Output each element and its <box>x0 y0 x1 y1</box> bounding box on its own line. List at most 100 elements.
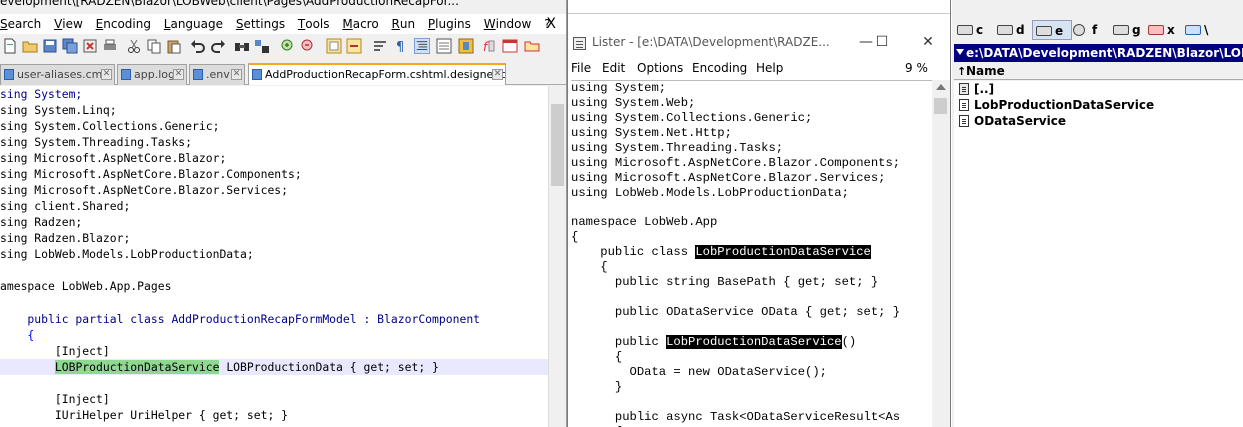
tab-close-icon[interactable]: ✕ <box>173 69 184 80</box>
code-line: amespace LobWeb.App.Pages <box>0 279 172 293</box>
list-item[interactable]: ODataService <box>954 113 1066 129</box>
cut-icon[interactable] <box>126 38 142 54</box>
cd-drive-icon <box>1073 24 1085 36</box>
lister-app-icon <box>573 37 586 50</box>
menu-view[interactable]: View <box>54 14 83 34</box>
network-drive-error-icon <box>1148 25 1164 35</box>
code-line: [Inject] <box>0 392 110 406</box>
menu-plugins[interactable]: Plugins <box>428 14 471 34</box>
menu-run[interactable]: Run <box>392 14 416 34</box>
save-all-icon[interactable] <box>62 38 78 54</box>
show-all-chars-icon[interactable]: ¶ <box>392 38 408 54</box>
lister-content[interactable]: using System; using System.Web; using Sy… <box>571 80 932 427</box>
notepadpp-title: evelopment\[RADZEN\Blazor\LOBWeb\client\… <box>0 0 459 8</box>
drive-e-button[interactable]: e <box>1032 20 1072 40</box>
monitoring-icon[interactable] <box>524 38 540 54</box>
code-line: sing Microsoft.AspNetCore.Blazor.Service… <box>0 183 289 197</box>
lister-menu-help[interactable]: Help <box>756 61 783 75</box>
network-button[interactable]: \ <box>1182 20 1208 40</box>
menu-accelerator: M <box>342 17 353 31</box>
menu-settings[interactable]: Settings <box>236 14 285 34</box>
tab-label: .env <box>206 68 230 81</box>
folder-workspace-icon[interactable] <box>502 38 518 54</box>
highlighted-word: LobProductionDataService <box>666 335 842 349</box>
menu-accelerator: P <box>427 17 436 31</box>
redo-icon[interactable] <box>210 38 226 54</box>
menu-encoding[interactable]: Encoding <box>96 14 151 34</box>
scroll-up-arrow-icon[interactable] <box>936 84 946 90</box>
lister-menu-edit[interactable]: Edit <box>602 61 625 75</box>
scrollbar-thumb[interactable] <box>934 98 947 114</box>
sync-horizontal-icon[interactable] <box>346 38 362 54</box>
drive-x-button[interactable]: x <box>1145 20 1175 40</box>
lister-vertical-scrollbar[interactable] <box>932 80 950 427</box>
zoom-in-icon[interactable] <box>280 38 296 54</box>
code-line: [Inject] <box>0 344 110 358</box>
menu-close-button[interactable]: X <box>546 14 556 34</box>
tab-close-icon[interactable]: ✕ <box>231 69 242 80</box>
menu-accelerator: S <box>0 17 8 31</box>
notepadpp-vertical-scrollbar[interactable] <box>548 86 566 427</box>
file-icon <box>4 69 14 80</box>
tab-app-log[interactable]: app.log ✕ <box>117 64 187 85</box>
code-line: using LobWeb.Models.LobProductionData; <box>571 186 849 200</box>
menu-language[interactable]: Language <box>164 14 223 34</box>
paste-icon[interactable] <box>166 38 182 54</box>
drive-bar: c d e f g x \ <box>952 18 1243 42</box>
new-file-icon[interactable] <box>2 38 18 54</box>
udl-icon[interactable] <box>436 38 452 54</box>
tab-close-icon[interactable]: ✕ <box>101 69 112 80</box>
drive-g-button[interactable]: g <box>1110 20 1141 40</box>
indent-guide-icon[interactable] <box>414 38 430 54</box>
close-file-icon[interactable] <box>82 38 98 54</box>
tab-add-production-recap-form[interactable]: AddProductionRecapForm.cshtml.designer.c… <box>248 63 506 85</box>
word-wrap-icon[interactable] <box>372 38 388 54</box>
code-line: public partial class AddProductionRecapF… <box>0 312 481 326</box>
history-dropdown-icon[interactable] <box>956 49 964 55</box>
function-list-icon[interactable]: f <box>480 38 496 54</box>
open-file-icon[interactable] <box>22 38 38 54</box>
code-line: using System.Collections.Generic; <box>571 111 813 125</box>
menu-tools[interactable]: Tools <box>298 14 330 34</box>
copy-icon[interactable] <box>146 38 162 54</box>
lister-menu-file[interactable]: File <box>571 61 591 75</box>
close-button[interactable]: ✕ <box>916 33 940 51</box>
column-header-name[interactable]: ↑ Name <box>954 62 1243 80</box>
list-item[interactable]: LobProductionDataService <box>954 97 1154 113</box>
file-icon <box>252 69 262 80</box>
current-path-bar[interactable]: e:\DATA\Development\RADZEN\Blazor\LOBWeb <box>954 44 1243 62</box>
drive-c-button[interactable]: c <box>954 20 983 40</box>
notepadpp-editor[interactable]: sing System; sing System.Linq; sing Syst… <box>0 86 548 427</box>
code-line: namespace LobWeb.App <box>571 215 718 229</box>
print-icon[interactable] <box>102 38 118 54</box>
code-line: { <box>571 350 623 364</box>
drive-f-button[interactable]: f <box>1070 20 1097 40</box>
menu-macro[interactable]: Macro <box>342 14 378 34</box>
maximize-button[interactable]: ☐ <box>870 33 894 51</box>
list-item-parent-dir[interactable]: [..] <box>954 81 994 97</box>
undo-icon[interactable] <box>190 38 206 54</box>
scrollbar-thumb[interactable] <box>551 104 564 186</box>
lister-percent: 9 % <box>905 61 928 75</box>
menu-window[interactable]: Window <box>484 14 532 34</box>
lister-menu-options[interactable]: Options <box>637 61 683 75</box>
code-line: sing Microsoft.AspNetCore.Blazor; <box>0 151 227 165</box>
tab-env[interactable]: .env ✕ <box>189 64 245 85</box>
tab-close-icon[interactable]: ✕ <box>492 69 503 80</box>
current-path: e:\DATA\Development\RADZEN\Blazor\LOBWeb <box>966 46 1243 60</box>
zoom-out-icon[interactable] <box>300 38 316 54</box>
code-line: sing Radzen.Blazor; <box>0 231 131 245</box>
replace-icon[interactable] <box>254 38 270 54</box>
menu-search[interactable]: Search <box>0 14 41 34</box>
code-line: sing System; <box>0 87 83 101</box>
find-icon[interactable] <box>234 38 250 54</box>
code-line: using System.Web; <box>571 96 696 110</box>
lister-menu-encoding[interactable]: Encoding <box>692 61 747 75</box>
doc-map-icon[interactable] <box>458 38 474 54</box>
file-list[interactable]: [..] LobProductionDataService ODataServi… <box>954 81 1243 427</box>
save-icon[interactable] <box>42 38 58 54</box>
tab-user-aliases[interactable]: user-aliases.cmd ✕ <box>0 64 115 85</box>
drive-d-button[interactable]: d <box>994 20 1025 40</box>
menu-accelerator: L <box>163 17 171 31</box>
sync-vertical-icon[interactable] <box>326 38 342 54</box>
